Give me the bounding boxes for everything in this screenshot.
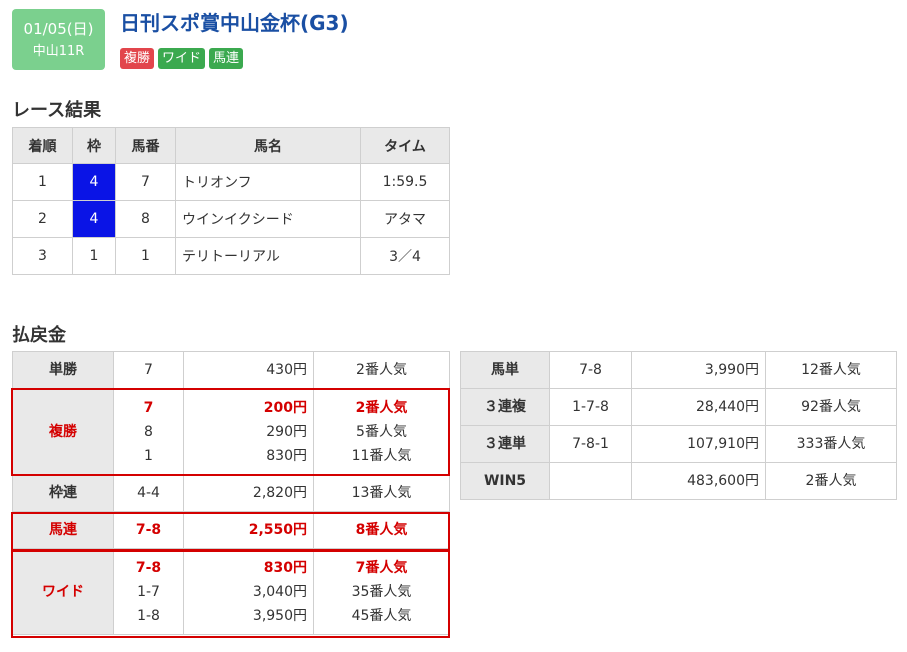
popularity: 35番人気 — [351, 583, 412, 600]
payout-heading: 払戻金 — [12, 325, 66, 346]
results-table: 着順 枠 馬番 馬名 タイム 1 4 7 トリオンフ 1:59.5 2 4 8 … — [12, 127, 450, 275]
popularity: 45番人気 — [351, 607, 412, 624]
bet-type-label: 複勝 — [12, 388, 114, 475]
race-date-badge: 01/05(日) 中山11R — [12, 9, 105, 70]
bet-type-label: 枠連 — [12, 474, 114, 512]
amount: 3,950円 — [252, 607, 307, 624]
bet-type-label: ３連複 — [460, 388, 550, 426]
combo: 7-8 — [113, 511, 184, 549]
amount: 2,550円 — [183, 511, 314, 549]
combo: 7-8-1 — [549, 425, 632, 463]
payout-row-umaren: 馬連 7-8 2,550円 8番人気 — [12, 511, 450, 549]
table-row: 2 4 8 ウインイクシード アタマ — [12, 200, 450, 238]
popularity: 333番人気 — [765, 425, 897, 463]
race-date: 01/05(日) — [23, 19, 94, 38]
popularity: 13番人気 — [313, 474, 450, 512]
payout-row-win5: WIN5 483,600円 2番人気 — [460, 462, 897, 500]
amount: 28,440円 — [631, 388, 766, 426]
popularity: 7番人気 — [355, 559, 408, 576]
waku: 4 — [72, 200, 116, 238]
col-waku: 枠 — [72, 127, 116, 164]
payout-row-tansho: 単勝 7 430円 2番人気 — [12, 351, 450, 389]
hit-bet-tags: 複勝 ワイド 馬連 — [120, 48, 244, 69]
amount: 830円 — [263, 559, 307, 576]
combo: 1-7 — [137, 583, 160, 600]
amount: 3,990円 — [631, 351, 766, 389]
amount: 830円 — [266, 447, 307, 464]
bet-type-label: ３連単 — [460, 425, 550, 463]
amount: 107,910円 — [631, 425, 766, 463]
col-umaban: 馬番 — [115, 127, 176, 164]
horse-name[interactable]: ウインイクシード — [175, 200, 361, 238]
umaban: 7 — [115, 163, 176, 201]
rank: 1 — [12, 163, 73, 201]
bet-type-label: 馬連 — [12, 511, 114, 549]
payout-row-wide: ワイド 7-8 1-7 1-8 830円 3,040円 3,950円 7番人気 … — [12, 548, 450, 635]
combo: 1-8 — [137, 607, 160, 624]
horse-name[interactable]: テリトーリアル — [175, 237, 361, 275]
popularity: 2番人気 — [765, 462, 897, 500]
waku: 4 — [72, 163, 116, 201]
payout-row-umatan: 馬単 7-8 3,990円 12番人気 — [460, 351, 897, 389]
amount: 2,820円 — [183, 474, 314, 512]
table-row: 1 4 7 トリオンフ 1:59.5 — [12, 163, 450, 201]
rank: 3 — [12, 237, 73, 275]
results-header-row: 着順 枠 馬番 馬名 タイム — [12, 127, 450, 164]
payout-row-fukusho: 複勝 7 8 1 200円 290円 830円 2番人気 5番人気 11番人気 — [12, 388, 450, 475]
horse-name[interactable]: トリオンフ — [175, 163, 361, 201]
col-rank: 着順 — [12, 127, 73, 164]
rank: 2 — [12, 200, 73, 238]
combo: 1 — [144, 447, 153, 464]
payout-row-sanrentan: ３連単 7-8-1 107,910円 333番人気 — [460, 425, 897, 463]
race-title[interactable]: 日刊スポ賞中山金杯(G3) — [120, 9, 349, 37]
table-row: 3 1 1 テリトーリアル 3／4 — [12, 237, 450, 275]
finish-time: 3／4 — [360, 237, 450, 275]
payout-table-left: 単勝 7 430円 2番人気 複勝 7 8 1 200円 290円 830円 2… — [12, 351, 450, 635]
results-heading: レース結果 — [12, 100, 102, 121]
finish-time: アタマ — [360, 200, 450, 238]
waku: 1 — [72, 237, 116, 275]
combo: 1-7-8 — [549, 388, 632, 426]
amount: 430円 — [183, 351, 314, 389]
bet-type-label: 馬単 — [460, 351, 550, 389]
amount: 3,040円 — [252, 583, 307, 600]
combo: 4-4 — [113, 474, 184, 512]
tag-wide: ワイド — [158, 48, 206, 69]
amount: 200円 — [263, 399, 307, 416]
payout-table-right: 馬単 7-8 3,990円 12番人気 ３連複 1-7-8 28,440円 92… — [460, 351, 897, 500]
combo: 7 — [113, 351, 184, 389]
popularity: 11番人気 — [351, 447, 412, 464]
payout-row-sanrenpuku: ３連複 1-7-8 28,440円 92番人気 — [460, 388, 897, 426]
combo — [549, 462, 632, 500]
bet-type-label: ワイド — [12, 548, 114, 635]
combo: 7-8 — [135, 559, 162, 576]
amount: 290円 — [266, 423, 307, 440]
payout-row-wakuren: 枠連 4-4 2,820円 13番人気 — [12, 474, 450, 512]
tag-umaren: 馬連 — [209, 48, 244, 69]
amount: 483,600円 — [631, 462, 766, 500]
popularity: 5番人気 — [356, 423, 407, 440]
umaban: 1 — [115, 237, 176, 275]
bet-type-label: WIN5 — [460, 462, 550, 500]
bet-type-label: 単勝 — [12, 351, 114, 389]
popularity: 2番人気 — [313, 351, 450, 389]
combo: 7-8 — [549, 351, 632, 389]
popularity: 12番人気 — [765, 351, 897, 389]
col-horse-name: 馬名 — [175, 127, 361, 164]
popularity: 8番人気 — [313, 511, 450, 549]
col-time: タイム — [360, 127, 450, 164]
tag-fukusho: 複勝 — [120, 48, 155, 69]
combo: 8 — [144, 423, 153, 440]
popularity: 2番人気 — [355, 399, 408, 416]
popularity: 92番人気 — [765, 388, 897, 426]
umaban: 8 — [115, 200, 176, 238]
race-venue-number: 中山11R — [32, 43, 85, 59]
finish-time: 1:59.5 — [360, 163, 450, 201]
combo: 7 — [143, 399, 154, 416]
